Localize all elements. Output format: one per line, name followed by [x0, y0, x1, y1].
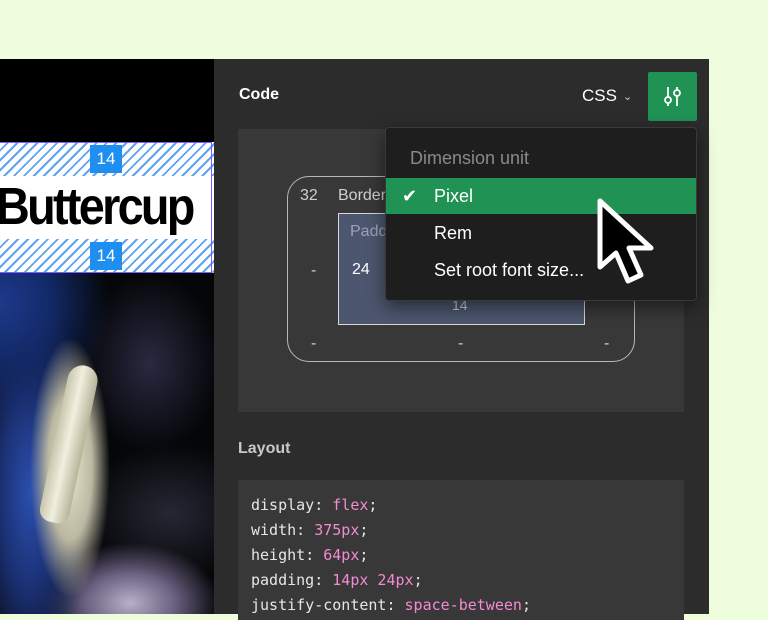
padding-top-badge: 14 [90, 145, 122, 173]
border-bottom-right-value[interactable]: - [604, 335, 609, 353]
padding-bottom-badge: 14 [90, 242, 122, 270]
code-line: justify-content: space-between; [251, 596, 531, 614]
panel-title: Code [239, 86, 279, 103]
code-line: height: 64px; [251, 546, 369, 564]
chevron-down-icon: ⌄ [622, 90, 633, 103]
code-line: display: flex; [251, 496, 378, 514]
check-icon: ✔ [402, 186, 418, 206]
border-top-value[interactable]: 32 [300, 187, 318, 205]
menu-item-label: Set root font size... [434, 260, 585, 280]
settings-button[interactable] [648, 72, 697, 121]
menu-item-label: Rem [434, 223, 473, 243]
border-left-value[interactable]: - [311, 262, 316, 280]
mouse-pointer-icon [597, 198, 654, 284]
border-bottom-left-value[interactable]: - [311, 335, 316, 353]
language-label: CSS [582, 86, 617, 105]
selected-frame-content[interactable]: Buttercup [0, 176, 214, 239]
border-label: Border [338, 187, 387, 204]
css-code-block[interactable]: display: flex; width: 375px; height: 64p… [238, 480, 684, 620]
padding-left-value[interactable]: 24 [352, 261, 370, 279]
code-line: width: 375px; [251, 521, 369, 539]
sliders-icon [664, 87, 681, 106]
border-bottom-value[interactable]: - [458, 335, 463, 353]
flower-image [0, 273, 214, 614]
menu-item-label: Pixel [434, 186, 474, 206]
code-line: padding: 14px 24px; [251, 571, 423, 589]
layout-section-title: Layout [238, 440, 291, 457]
menu-header: Dimension unit [410, 148, 530, 168]
language-select[interactable]: CSS ⌄ [582, 86, 632, 106]
headline-text: Buttercup [0, 178, 195, 236]
